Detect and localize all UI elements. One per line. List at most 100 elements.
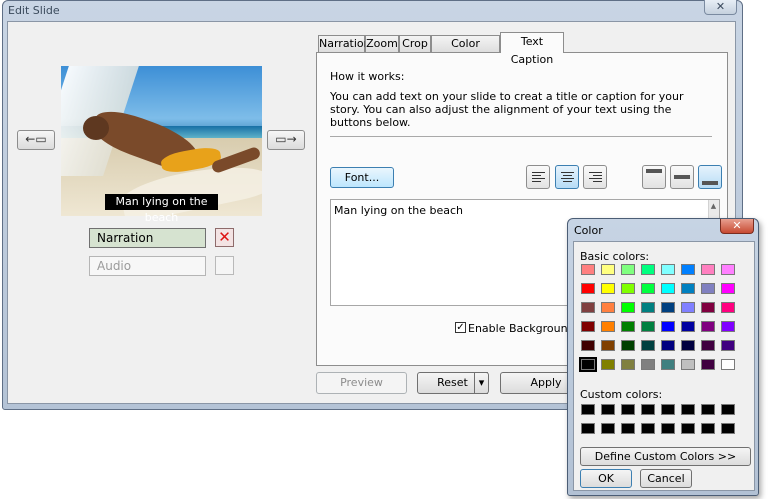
position-bottom-button[interactable] bbox=[698, 165, 722, 189]
window-title: Edit Slide bbox=[8, 4, 60, 17]
basic-color-swatch[interactable] bbox=[621, 264, 635, 275]
custom-color-swatch[interactable] bbox=[661, 423, 675, 434]
tab-color-settings[interactable]: Color Settings bbox=[431, 35, 500, 66]
custom-colors-label: Custom colors: bbox=[580, 388, 663, 401]
custom-color-swatch[interactable] bbox=[621, 404, 635, 415]
basic-color-swatch[interactable] bbox=[661, 321, 675, 332]
panel-divider bbox=[330, 136, 712, 137]
basic-color-swatch[interactable] bbox=[621, 321, 635, 332]
custom-color-swatch[interactable] bbox=[621, 423, 635, 434]
custom-color-swatch[interactable] bbox=[721, 423, 735, 434]
color-dialog-close-button[interactable]: ✕ bbox=[720, 219, 754, 234]
window-close-button[interactable]: ✕ bbox=[704, 0, 737, 15]
basic-color-swatch[interactable] bbox=[641, 283, 655, 294]
align-right-button[interactable] bbox=[583, 165, 607, 189]
basic-color-swatch[interactable] bbox=[641, 359, 655, 370]
basic-color-swatch[interactable] bbox=[641, 340, 655, 351]
basic-color-swatch[interactable] bbox=[701, 340, 715, 351]
position-bottom-icon bbox=[702, 181, 718, 185]
basic-color-swatch[interactable] bbox=[681, 264, 695, 275]
custom-color-swatch[interactable] bbox=[641, 423, 655, 434]
basic-color-swatch[interactable] bbox=[701, 321, 715, 332]
basic-color-swatch[interactable] bbox=[581, 321, 595, 332]
basic-color-swatch[interactable] bbox=[721, 302, 735, 313]
reset-dropdown-arrow-icon[interactable]: ▾ bbox=[474, 372, 489, 394]
align-center-button[interactable] bbox=[555, 165, 579, 189]
narration-item[interactable]: Narration bbox=[89, 228, 206, 248]
basic-color-swatch[interactable] bbox=[661, 359, 675, 370]
basic-color-swatch[interactable] bbox=[581, 264, 595, 275]
custom-color-swatch[interactable] bbox=[581, 423, 595, 434]
custom-color-swatch[interactable] bbox=[661, 404, 675, 415]
ok-button[interactable]: OK bbox=[580, 469, 632, 488]
position-middle-button[interactable] bbox=[670, 165, 694, 189]
basic-color-swatch[interactable] bbox=[621, 283, 635, 294]
basic-color-swatch[interactable] bbox=[721, 283, 735, 294]
basic-color-swatch[interactable] bbox=[681, 321, 695, 332]
audio-blank-icon bbox=[215, 256, 234, 275]
how-it-works-description: You can add text on your slide to creat … bbox=[330, 90, 684, 129]
basic-color-swatch[interactable] bbox=[601, 359, 615, 370]
audio-item: Audio bbox=[89, 256, 206, 276]
tab-narration[interactable]: Narration bbox=[318, 35, 371, 52]
scroll-up-arrow-icon[interactable]: ▲ bbox=[708, 201, 719, 212]
tab-crop[interactable]: Crop bbox=[399, 35, 431, 52]
basic-color-swatch[interactable] bbox=[601, 321, 615, 332]
previous-slide-button[interactable]: ←▭ bbox=[17, 130, 55, 150]
basic-color-swatch[interactable] bbox=[661, 340, 675, 351]
basic-color-swatch[interactable] bbox=[661, 264, 675, 275]
basic-color-swatch[interactable] bbox=[601, 283, 615, 294]
custom-color-swatch[interactable] bbox=[601, 404, 615, 415]
basic-color-swatch[interactable] bbox=[601, 340, 615, 351]
basic-color-swatch[interactable] bbox=[701, 264, 715, 275]
basic-color-swatch[interactable] bbox=[641, 321, 655, 332]
custom-color-swatch[interactable] bbox=[701, 404, 715, 415]
delete-narration-icon[interactable]: ✕ bbox=[215, 228, 234, 247]
preview-button[interactable]: Preview bbox=[316, 372, 407, 394]
custom-color-swatch[interactable] bbox=[701, 423, 715, 434]
custom-color-swatch[interactable] bbox=[681, 423, 695, 434]
basic-color-swatch[interactable] bbox=[601, 302, 615, 313]
basic-color-swatch[interactable] bbox=[721, 359, 735, 370]
photo-head bbox=[83, 116, 109, 140]
custom-color-swatch[interactable] bbox=[601, 423, 615, 434]
basic-color-swatch[interactable] bbox=[681, 302, 695, 313]
basic-color-swatch[interactable] bbox=[721, 321, 735, 332]
align-left-button[interactable] bbox=[526, 165, 550, 189]
basic-color-swatch[interactable] bbox=[681, 359, 695, 370]
position-top-icon bbox=[646, 169, 662, 173]
next-slide-button[interactable]: ▭→ bbox=[267, 130, 305, 150]
custom-color-swatch[interactable] bbox=[681, 404, 695, 415]
enable-background-checkbox[interactable]: ✓ bbox=[455, 322, 466, 333]
basic-color-swatch[interactable] bbox=[601, 264, 615, 275]
basic-color-swatch[interactable] bbox=[661, 283, 675, 294]
basic-color-swatch[interactable] bbox=[721, 264, 735, 275]
basic-color-swatch[interactable] bbox=[581, 302, 595, 313]
custom-color-swatch[interactable] bbox=[581, 404, 595, 415]
slide-caption-overlay: Man lying on the beach bbox=[105, 194, 218, 224]
font-button[interactable]: Font... bbox=[330, 167, 394, 188]
position-top-button[interactable] bbox=[642, 165, 666, 189]
basic-color-swatch[interactable] bbox=[621, 302, 635, 313]
basic-color-swatch[interactable] bbox=[661, 302, 675, 313]
color-dialog-title: Color bbox=[574, 224, 603, 237]
basic-color-swatch[interactable] bbox=[701, 302, 715, 313]
basic-color-swatch[interactable] bbox=[581, 283, 595, 294]
basic-color-swatch[interactable] bbox=[579, 357, 597, 372]
cancel-button[interactable]: Cancel bbox=[640, 469, 692, 488]
tab-zoom[interactable]: Zoom bbox=[365, 35, 399, 52]
basic-color-swatch[interactable] bbox=[701, 283, 715, 294]
basic-color-swatch[interactable] bbox=[641, 302, 655, 313]
basic-color-swatch[interactable] bbox=[681, 340, 695, 351]
basic-color-swatch[interactable] bbox=[621, 359, 635, 370]
custom-color-swatch[interactable] bbox=[641, 404, 655, 415]
basic-color-swatch[interactable] bbox=[641, 264, 655, 275]
basic-color-swatch[interactable] bbox=[681, 283, 695, 294]
define-custom-colors-button[interactable]: Define Custom Colors >> bbox=[580, 447, 751, 466]
basic-color-swatch[interactable] bbox=[581, 340, 595, 351]
basic-color-swatch[interactable] bbox=[721, 340, 735, 351]
basic-color-swatch[interactable] bbox=[701, 359, 715, 370]
tab-text-caption[interactable]: Text Caption bbox=[500, 32, 564, 66]
basic-color-swatch[interactable] bbox=[621, 340, 635, 351]
custom-color-swatch[interactable] bbox=[721, 404, 735, 415]
